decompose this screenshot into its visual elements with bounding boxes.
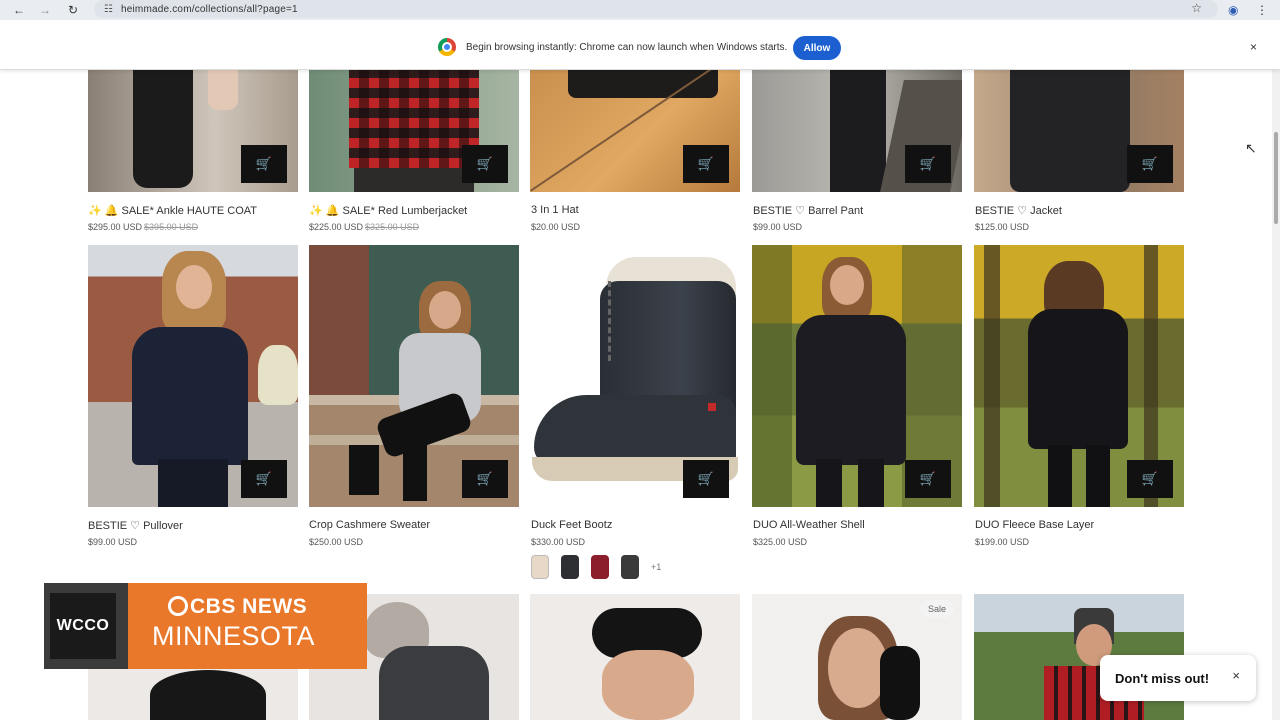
compare-price: $395.00 USD — [144, 222, 199, 232]
infobar-message: Begin browsing instantly: Chrome can now… — [466, 42, 788, 53]
broadcast-logo: WCCO CBS NEWS MINNESOTA — [44, 583, 367, 669]
browser-toolbar: ← → ↻ ☷ heimmade.com/collections/all?pag… — [0, 0, 1280, 20]
back-icon[interactable]: ← — [6, 0, 32, 20]
product-title[interactable]: BESTIE ♡ Jacket — [975, 204, 1062, 217]
url-text: heimmade.com/collections/all?page=1 — [120, 3, 298, 15]
address-bar[interactable]: ☷ heimmade.com/collections/all?page=1 ☆ — [94, 0, 1218, 18]
sale-price: $225.00 USD — [309, 222, 364, 232]
swatch-red[interactable] — [591, 555, 609, 579]
swatch-dark[interactable] — [621, 555, 639, 579]
scrollbar-thumb[interactable] — [1274, 132, 1278, 224]
product-price: $99.00 USD — [753, 222, 803, 232]
add-to-cart-icon[interactable]: 🛒 — [905, 145, 951, 183]
sale-price: $295.00 USD — [88, 222, 143, 232]
product-title[interactable]: Crop Cashmere Sweater — [309, 519, 430, 531]
product-title[interactable]: DUO Fleece Base Layer — [975, 519, 1094, 531]
network-name: CBS NEWS — [168, 595, 307, 619]
infobar-close-icon[interactable]: × — [1250, 40, 1257, 54]
add-to-cart-icon[interactable]: 🛒 — [1127, 460, 1173, 498]
dont-miss-out-toast[interactable]: Don't miss out! × — [1100, 655, 1256, 701]
swatch-more[interactable]: +1 — [651, 562, 661, 572]
add-to-cart-icon[interactable]: 🛒 — [241, 460, 287, 498]
swatch-cream[interactable] — [531, 555, 549, 579]
network-text: CBS NEWS — [190, 595, 308, 618]
star-icon[interactable]: ☆ — [1191, 1, 1202, 15]
toast-text: Don't miss out! — [1115, 670, 1210, 686]
network-banner: CBS NEWS MINNESOTA — [128, 583, 367, 669]
forward-icon[interactable]: → — [32, 0, 58, 20]
product-price: $199.00 USD — [975, 537, 1030, 547]
allow-button[interactable]: Allow — [793, 36, 841, 60]
tune-icon[interactable]: ☷ — [104, 4, 113, 15]
product-title[interactable]: DUO All-Weather Shell — [753, 519, 865, 531]
product-price: $99.00 USD — [88, 537, 138, 547]
sale-badge: Sale — [920, 600, 954, 618]
product-title[interactable]: Duck Feet Bootz — [531, 519, 612, 531]
station-logo: WCCO — [50, 593, 116, 659]
add-to-cart-icon[interactable]: 🛒 — [1127, 145, 1173, 183]
mouse-pointer-icon: ↖ — [1245, 140, 1257, 156]
product-price: $225.00 USD $325.00 USD — [309, 222, 419, 232]
region-name: MINNESOTA — [152, 621, 316, 651]
color-swatches: +1 — [531, 555, 661, 579]
add-to-cart-icon[interactable]: 🛒 — [905, 460, 951, 498]
product-price: $325.00 USD — [753, 537, 808, 547]
product-price: $250.00 USD — [309, 537, 364, 547]
add-to-cart-icon[interactable]: 🛒 — [683, 145, 729, 183]
cbs-eye-icon — [168, 596, 188, 616]
product-title[interactable]: BESTIE ♡ Pullover — [88, 519, 183, 532]
product-title[interactable]: ✨ 🔔 SALE* Ankle HAUTE COAT — [88, 204, 257, 217]
product-price: $330.00 USD — [531, 537, 586, 547]
product-price: $125.00 USD — [975, 222, 1030, 232]
add-to-cart-icon[interactable]: 🛒 — [683, 460, 729, 498]
product-title[interactable]: ✨ 🔔 SALE* Red Lumberjacket — [309, 204, 467, 217]
profile-icon[interactable]: ◉ — [1228, 0, 1238, 20]
chrome-infobar: Begin browsing instantly: Chrome can now… — [0, 26, 1280, 70]
product-price: $20.00 USD — [531, 222, 581, 232]
product-price: $295.00 USD $395.00 USD — [88, 222, 198, 232]
compare-price: $325.00 USD — [365, 222, 420, 232]
add-to-cart-icon[interactable]: 🛒 — [462, 145, 508, 183]
product-title[interactable]: BESTIE ♡ Barrel Pant — [753, 204, 863, 217]
chrome-logo-icon — [438, 38, 456, 56]
add-to-cart-icon[interactable]: 🛒 — [241, 145, 287, 183]
add-to-cart-icon[interactable]: 🛒 — [462, 460, 508, 498]
product-title[interactable]: 3 In 1 Hat — [531, 204, 579, 216]
page-scrollbar[interactable] — [1272, 70, 1280, 720]
swatch-black[interactable] — [561, 555, 579, 579]
reload-icon[interactable]: ↻ — [60, 0, 86, 20]
menu-icon[interactable]: ⋮ — [1256, 0, 1268, 20]
toast-close-icon[interactable]: × — [1232, 668, 1240, 683]
product-image[interactable] — [530, 594, 740, 720]
